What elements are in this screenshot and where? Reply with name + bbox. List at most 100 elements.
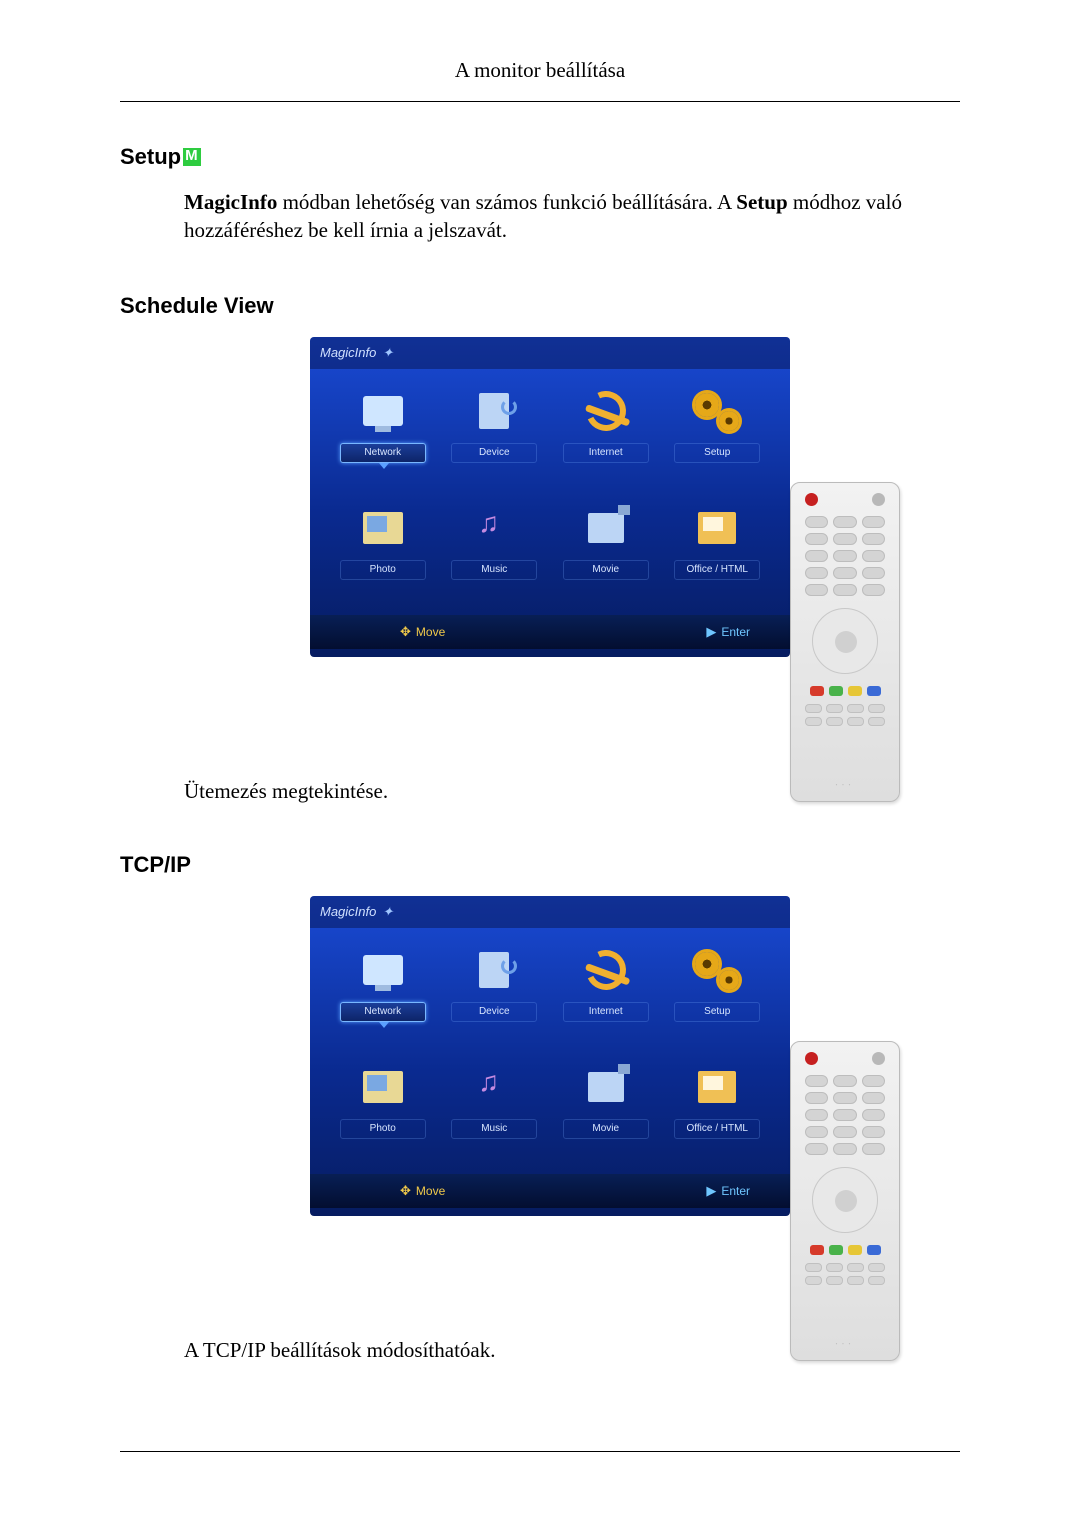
tile-internet[interactable]: Internet [555,942,657,1049]
enter-icon: ▶ [706,624,716,640]
remote-key[interactable] [826,717,843,726]
tile-internet[interactable]: Internet [555,383,657,490]
tile-setup[interactable]: Setup [667,383,769,490]
blue-button[interactable] [867,686,881,696]
remote-key[interactable] [862,1126,885,1138]
remote-numpad [799,1075,891,1155]
remote-key[interactable] [833,1092,856,1104]
remote-key[interactable] [805,1143,828,1155]
remote-key[interactable] [805,567,828,579]
remote-key[interactable] [833,550,856,562]
red-button[interactable] [810,1245,824,1255]
remote-key[interactable] [833,584,856,596]
remote-key[interactable] [833,1075,856,1087]
screen-topbar: MagicInfo ✦ [310,337,790,369]
remote-key[interactable] [833,567,856,579]
remote-key[interactable] [868,704,885,713]
tile-photo[interactable]: Photo [332,500,434,607]
green-button[interactable] [829,1245,843,1255]
tile-network[interactable]: Network [332,942,434,1049]
blue-button[interactable] [867,1245,881,1255]
heading-schedule-view: Schedule View [120,293,960,319]
tile-label: Movie [592,1123,619,1134]
green-button[interactable] [829,686,843,696]
red-button[interactable] [810,686,824,696]
yellow-button[interactable] [848,1245,862,1255]
remote-key[interactable] [826,1263,843,1272]
internet-explorer-icon [575,942,637,998]
tile-label: Photo [370,564,396,575]
remote-key[interactable] [868,1263,885,1272]
photo-icon [352,1059,414,1115]
aux-button-icon[interactable] [872,1052,885,1065]
remote-key[interactable] [847,717,864,726]
figure-tcpip: MagicInfo ✦ Network Device Internet [310,896,870,1316]
camera-icon [575,500,637,556]
hint-enter-label: Enter [721,1184,750,1198]
remote-key[interactable] [805,704,822,713]
tile-office-html[interactable]: Office / HTML [667,1059,769,1166]
remote-key[interactable] [805,1075,828,1087]
remote-key[interactable] [826,704,843,713]
remote-key[interactable] [862,1075,885,1087]
aux-button-icon[interactable] [872,493,885,506]
remote-key[interactable] [805,1263,822,1272]
remote-key[interactable] [862,1143,885,1155]
remote-key[interactable] [833,533,856,545]
remote-key[interactable] [862,516,885,528]
remote-control: ∙∙∙ [790,482,900,802]
remote-color-row [810,686,881,696]
remote-key[interactable] [833,1143,856,1155]
remote-key[interactable] [847,704,864,713]
remote-key[interactable] [847,1263,864,1272]
tile-setup[interactable]: Setup [667,942,769,1049]
remote-key[interactable] [833,516,856,528]
remote-key[interactable] [833,1126,856,1138]
remote-key[interactable] [805,533,828,545]
tile-movie[interactable]: Movie [555,500,657,607]
screen-brand: MagicInfo [320,904,376,919]
heading-setup-text: Setup [120,144,181,169]
remote-bottom-keys [799,704,891,726]
tile-device[interactable]: Device [444,383,546,490]
remote-key[interactable] [805,1092,828,1104]
remote-key[interactable] [805,1276,822,1285]
footer-rule [120,1451,960,1452]
remote-key[interactable] [847,1276,864,1285]
power-button-icon[interactable] [805,1052,818,1065]
remote-key[interactable] [805,584,828,596]
screen-tile-grid: Network Device Internet Setup Photo [310,369,790,615]
tile-office-html[interactable]: Office / HTML [667,500,769,607]
tile-music[interactable]: Music [444,1059,546,1166]
yellow-button[interactable] [848,686,862,696]
remote-key[interactable] [805,1126,828,1138]
tile-movie[interactable]: Movie [555,1059,657,1166]
remote-key[interactable] [862,1092,885,1104]
remote-key[interactable] [805,516,828,528]
photo-icon [352,500,414,556]
tile-label: Internet [589,1006,623,1017]
tile-device[interactable]: Device [444,942,546,1049]
remote-dpad[interactable] [812,608,878,674]
hint-move-label: Move [416,625,445,639]
tile-network[interactable]: Network [332,383,434,490]
tile-photo[interactable]: Photo [332,1059,434,1166]
tile-music[interactable]: Music [444,500,546,607]
remote-key[interactable] [868,717,885,726]
remote-key[interactable] [805,550,828,562]
tile-label: Office / HTML [687,1123,749,1134]
remote-dpad[interactable] [812,1167,878,1233]
remote-key[interactable] [805,717,822,726]
power-button-icon[interactable] [805,493,818,506]
remote-key[interactable] [868,1276,885,1285]
remote-key[interactable] [862,550,885,562]
tile-label: Setup [704,447,730,458]
remote-key[interactable] [862,584,885,596]
remote-key[interactable] [862,567,885,579]
remote-vent-icon: ∙∙∙ [835,1339,855,1350]
remote-key[interactable] [862,1109,885,1121]
remote-key[interactable] [826,1276,843,1285]
remote-key[interactable] [805,1109,828,1121]
remote-key[interactable] [833,1109,856,1121]
remote-key[interactable] [862,533,885,545]
